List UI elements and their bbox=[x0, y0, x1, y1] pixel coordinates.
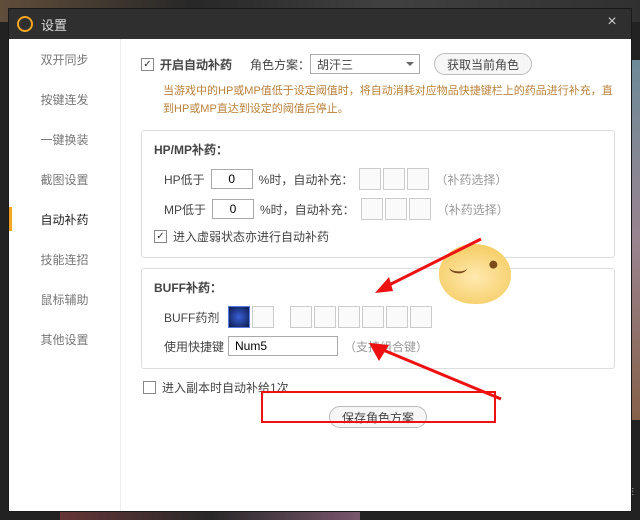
hpmp-title: HP/MP补药： bbox=[154, 141, 602, 158]
content: ✓ 开启自动补药 角色方案： 胡汗三 获取当前角色 当游戏中的HP或MP值低于设… bbox=[121, 39, 631, 511]
hp-slot-2[interactable] bbox=[383, 168, 405, 190]
titlebar: 设置 × bbox=[9, 9, 631, 39]
mp-slot-3[interactable] bbox=[409, 198, 431, 220]
hotkey-hint: （支持组合键） bbox=[344, 338, 428, 355]
enable-autopotion-checkbox[interactable]: ✓ bbox=[141, 58, 154, 71]
sidebar-item-mouse[interactable]: 鼠标辅助 bbox=[9, 279, 120, 319]
save-role-button[interactable]: 保存角色方案 bbox=[329, 406, 427, 428]
mp-suffix: %时，自动补充： bbox=[260, 201, 355, 218]
role-label: 角色方案： bbox=[250, 56, 310, 73]
settings-panel: 设置 × 双开同步 按键连发 一键换装 截图设置 自动补药 技能连招 鼠标辅助 … bbox=[8, 8, 632, 512]
sidebar-item-screenshot[interactable]: 截图设置 bbox=[9, 159, 120, 199]
enable-autopotion-label: 开启自动补药 bbox=[160, 56, 232, 73]
sidebar: 双开同步 按键连发 一键换装 截图设置 自动补药 技能连招 鼠标辅助 其他设置 bbox=[9, 39, 121, 511]
close-button[interactable]: × bbox=[601, 13, 623, 35]
sidebar-item-other[interactable]: 其他设置 bbox=[9, 319, 120, 359]
sidebar-item-combo[interactable]: 技能连招 bbox=[9, 239, 120, 279]
weak-state-checkbox[interactable]: ✓ bbox=[154, 230, 167, 243]
hotkey-input[interactable] bbox=[228, 336, 338, 356]
sidebar-item-gearset[interactable]: 一键换装 bbox=[9, 119, 120, 159]
hp-suffix: %时，自动补充： bbox=[259, 171, 354, 188]
hp-threshold-input[interactable] bbox=[211, 169, 253, 189]
buff-slot-2[interactable] bbox=[252, 306, 274, 328]
window-title: 设置 bbox=[41, 15, 67, 34]
sidebar-item-sync[interactable]: 双开同步 bbox=[9, 39, 120, 79]
app-icon bbox=[17, 16, 33, 32]
buff-slot-8[interactable] bbox=[410, 306, 432, 328]
hp-prefix: HP低于 bbox=[164, 171, 205, 188]
buff-slot-6[interactable] bbox=[362, 306, 384, 328]
buff-title: BUFF补药： bbox=[154, 279, 602, 296]
buff-slot-1[interactable] bbox=[228, 306, 250, 328]
buff-slot-7[interactable] bbox=[386, 306, 408, 328]
mp-prefix: MP低于 bbox=[164, 201, 206, 218]
buff-item-label: BUFF药剂 bbox=[164, 309, 228, 326]
sidebar-item-keyspam[interactable]: 按键连发 bbox=[9, 79, 120, 119]
sidebar-item-autopotion[interactable]: 自动补药 bbox=[9, 199, 120, 239]
weak-state-label: 进入虚弱状态亦进行自动补药 bbox=[173, 228, 329, 245]
buff-section: BUFF补药： BUFF药剂 bbox=[141, 268, 615, 369]
hp-choose-hint: （补药选择） bbox=[435, 171, 507, 188]
mp-slot-1[interactable] bbox=[361, 198, 383, 220]
mp-slot-2[interactable] bbox=[385, 198, 407, 220]
role-select[interactable]: 胡汗三 bbox=[310, 54, 420, 74]
buff-slot-3[interactable] bbox=[290, 306, 312, 328]
buff-slot-5[interactable] bbox=[338, 306, 360, 328]
hp-slot-3[interactable] bbox=[407, 168, 429, 190]
hpmp-section: HP/MP补药： HP低于 %时，自动补充： （补药选择） MP低于 %时，自动 bbox=[141, 130, 615, 258]
mp-choose-hint: （补药选择） bbox=[437, 201, 509, 218]
description: 当游戏中的HP或MP值低于设定阈值时，将自动消耗对应物品快捷键栏上的药品进行补充… bbox=[163, 83, 615, 118]
buff-slot-4[interactable] bbox=[314, 306, 336, 328]
hotkey-label: 使用快捷键 bbox=[164, 338, 228, 355]
mp-threshold-input[interactable] bbox=[212, 199, 254, 219]
hp-slot-1[interactable] bbox=[359, 168, 381, 190]
dungeon-once-checkbox[interactable] bbox=[143, 381, 156, 394]
get-role-button[interactable]: 获取当前角色 bbox=[434, 53, 532, 75]
dungeon-once-label: 进入副本时自动补给1次 bbox=[162, 379, 289, 396]
